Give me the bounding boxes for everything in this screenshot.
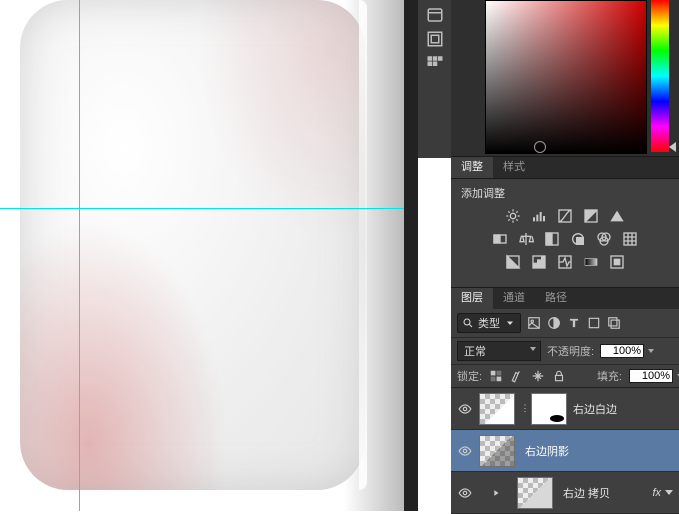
posterize-icon[interactable] xyxy=(530,254,548,270)
vibrance-icon[interactable] xyxy=(608,208,626,224)
layer-name[interactable]: 右边阴影 xyxy=(525,443,675,459)
color-field[interactable] xyxy=(485,0,647,154)
tab-styles[interactable]: 样式 xyxy=(493,157,535,178)
opacity-label: 不透明度: xyxy=(547,343,594,359)
layer-name[interactable]: 右边白边 xyxy=(573,401,675,417)
layer-filter-bar: 类型 xyxy=(451,309,679,338)
filter-shape-icon[interactable] xyxy=(587,316,601,330)
hue-sat-icon[interactable] xyxy=(491,231,509,247)
filter-type-icon[interactable] xyxy=(567,316,581,330)
layer-kind-filter[interactable]: 类型 xyxy=(457,313,521,333)
visibility-toggle[interactable] xyxy=(451,486,479,500)
filter-pixel-icon[interactable] xyxy=(527,316,541,330)
gradient-map-icon[interactable] xyxy=(582,254,600,270)
exposure-icon[interactable] xyxy=(582,208,600,224)
color-picker-panel xyxy=(451,0,679,157)
threshold-icon[interactable] xyxy=(556,254,574,270)
panel-dock-divider xyxy=(404,0,418,511)
fill-input[interactable]: 100% xyxy=(629,369,673,383)
adjustments-panel: 添加调整 xyxy=(451,179,679,288)
collapse-toggle[interactable] xyxy=(479,478,513,508)
curves-icon[interactable] xyxy=(556,208,574,224)
brightness-icon[interactable] xyxy=(504,208,522,224)
layer-mask-thumbnail[interactable] xyxy=(531,393,567,425)
lock-position-icon[interactable] xyxy=(531,369,545,383)
artwork-shape xyxy=(20,0,365,490)
photo-filter-icon[interactable] xyxy=(569,231,587,247)
lock-pixels-icon[interactable] xyxy=(510,369,524,383)
properties-panel-icon[interactable] xyxy=(425,30,445,48)
collapsed-panel-dock[interactable] xyxy=(418,0,452,158)
blend-mode-select[interactable]: 正常 xyxy=(457,341,541,361)
mask-link-icon[interactable]: ⋮ xyxy=(520,403,530,414)
selective-color-icon[interactable] xyxy=(608,254,626,270)
visibility-toggle[interactable] xyxy=(451,402,479,416)
guide-horizontal[interactable] xyxy=(0,208,404,209)
fx-collapse-icon[interactable] xyxy=(665,490,673,495)
layer-thumbnail[interactable] xyxy=(479,435,515,467)
tab-paths[interactable]: 路径 xyxy=(535,288,577,309)
layer-row[interactable]: ⋮ 右边白边 xyxy=(451,388,679,430)
lock-label: 锁定: xyxy=(457,368,482,384)
adjustments-tab-strip: 调整 样式 xyxy=(451,157,679,179)
black-white-icon[interactable] xyxy=(543,231,561,247)
canvas-area[interactable] xyxy=(0,0,404,511)
visibility-toggle[interactable] xyxy=(451,444,479,458)
hue-slider[interactable] xyxy=(651,0,669,152)
channel-mixer-icon[interactable] xyxy=(595,231,613,247)
swatches-panel-icon[interactable] xyxy=(425,54,445,72)
color-balance-icon[interactable] xyxy=(517,231,535,247)
history-panel-icon[interactable] xyxy=(425,6,445,24)
levels-icon[interactable] xyxy=(530,208,548,224)
color-lookup-icon[interactable] xyxy=(621,231,639,247)
adjustments-title: 添加调整 xyxy=(461,185,669,201)
filter-smart-icon[interactable] xyxy=(607,316,621,330)
layers-tab-strip: 图层 通道 路径 xyxy=(451,288,679,309)
layer-row[interactable]: 右边 拷贝 fx xyxy=(451,472,679,514)
tab-layers[interactable]: 图层 xyxy=(451,288,493,309)
chevron-down-icon xyxy=(504,317,516,329)
filter-adjust-icon[interactable] xyxy=(547,316,561,330)
lock-transparency-icon[interactable] xyxy=(489,369,503,383)
layer-name[interactable]: 右边 拷贝 xyxy=(563,485,652,501)
hue-slider-handle[interactable] xyxy=(669,142,676,152)
invert-icon[interactable] xyxy=(504,254,522,270)
tab-adjustments[interactable]: 调整 xyxy=(451,157,493,178)
layer-row[interactable]: 右边阴影 xyxy=(451,430,679,472)
layer-thumbnail[interactable] xyxy=(517,477,553,509)
opacity-input[interactable]: 100% xyxy=(600,344,644,358)
guide-vertical[interactable] xyxy=(79,0,80,511)
fill-label: 填充: xyxy=(597,368,622,384)
fx-badge[interactable]: fx xyxy=(652,487,661,499)
search-icon xyxy=(462,317,474,329)
lock-all-icon[interactable] xyxy=(552,369,566,383)
layers-list: ⋮ 右边白边 右边阴影 右边 拷贝 fx xyxy=(451,388,679,514)
layer-thumbnail[interactable] xyxy=(479,393,515,425)
color-cursor[interactable] xyxy=(534,141,546,153)
tab-channels[interactable]: 通道 xyxy=(493,288,535,309)
